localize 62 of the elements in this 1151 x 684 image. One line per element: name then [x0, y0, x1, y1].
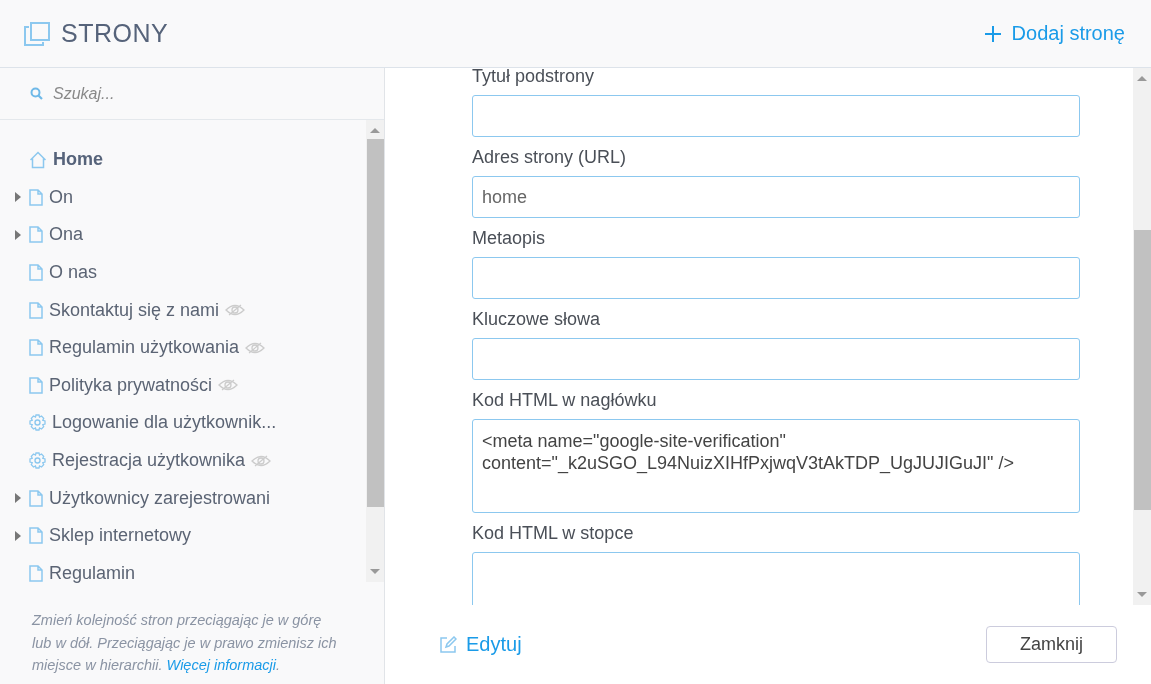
hidden-eye-icon [218, 379, 239, 392]
gear-icon [29, 414, 46, 432]
field-label: Kod HTML w stopce [472, 523, 635, 545]
home-icon [29, 150, 47, 169]
document-icon [29, 301, 43, 319]
field-label: Adres strony (URL) [472, 147, 628, 169]
plus-icon [983, 24, 1002, 43]
page-name: Ona [49, 224, 84, 246]
page-name: Logowanie dla użytkownik... [52, 412, 277, 434]
page-tree-item[interactable]: Home [0, 141, 366, 179]
search-icon [30, 87, 43, 100]
field-label: Metaopis [472, 228, 547, 250]
page-name: O nas [49, 262, 98, 284]
edit-icon [439, 635, 457, 654]
page-name: Rejestracja użytkownika [52, 450, 246, 472]
document-icon [29, 527, 43, 545]
document-icon [29, 339, 43, 357]
hidden-eye-icon [225, 304, 246, 317]
hidden-eye-icon [245, 341, 266, 354]
document-icon [29, 264, 43, 282]
page-tree-item[interactable]: Ona [0, 216, 366, 254]
page-tree-item[interactable]: Polityka prywatności [0, 366, 366, 405]
edit-link[interactable]: Edytuj [439, 633, 522, 656]
document-icon [29, 564, 43, 582]
page-name: On [49, 186, 73, 208]
gear-icon [29, 452, 46, 470]
document-icon [29, 226, 43, 244]
input-field[interactable] [472, 257, 1080, 299]
page-name: Home [53, 149, 103, 171]
field-label: Tytuł podstrony [472, 68, 596, 88]
page-tree-item[interactable]: Rejestracja użytkownika [0, 441, 366, 480]
scrollbar[interactable] [366, 120, 384, 582]
page-name: Skontaktuj się z nami [49, 299, 220, 321]
document-icon [29, 489, 43, 507]
page-name: Polityka prywatności [49, 374, 213, 396]
input-field[interactable] [472, 95, 1080, 137]
help-text: Zmień kolejność stron przeciągając je w górę lub w dół. Przeciągając je w prawo zmienisz ich miejsce w hierarchii. Więcej informacji. [30, 611, 338, 675]
page-tree-item[interactable]: Sklep internetowy [0, 516, 366, 555]
close-button[interactable]: Zamknij [986, 626, 1117, 663]
page-tree-item[interactable]: Skontaktuj się z nami [0, 291, 366, 329]
document-icon [29, 188, 43, 206]
page-tree-item[interactable]: O nas [0, 253, 366, 292]
input-field[interactable] [472, 338, 1080, 380]
page-tree-item[interactable]: Regulamin [0, 554, 366, 593]
page-tree-item[interactable]: Regulamin użytkowania [0, 328, 366, 367]
hidden-eye-icon [251, 454, 272, 467]
page-tree-item[interactable]: Logowanie dla użytkownik... [0, 404, 366, 442]
page-tree-item[interactable]: Użytkownicy zarejestrowani [0, 479, 366, 517]
document-icon [29, 376, 43, 394]
page-tree-item[interactable]: On [0, 178, 366, 217]
field-label: Kod HTML w nagłówku [472, 390, 658, 412]
page-name: Sklep internetowy [49, 525, 192, 547]
page-name: Regulamin użytkowania [49, 337, 240, 359]
textarea-field[interactable]: <meta name="google-site-verification" content="_k2uSGO_L94NuizXIHfPxjwqV3tAkTDP_UgJUJIGuJI" /> [472, 419, 1080, 513]
scrollbar[interactable] [1133, 68, 1151, 605]
page-name: Regulamin [49, 562, 136, 584]
page-title: STRONY [61, 19, 169, 48]
search-field[interactable]: Szukaj... [51, 83, 355, 104]
field-label: Kluczowe słowa [472, 309, 602, 331]
input-field[interactable]: home [472, 176, 1080, 218]
pages-icon [24, 21, 50, 46]
page-name: Użytkownicy zarejestrowani [49, 487, 271, 509]
